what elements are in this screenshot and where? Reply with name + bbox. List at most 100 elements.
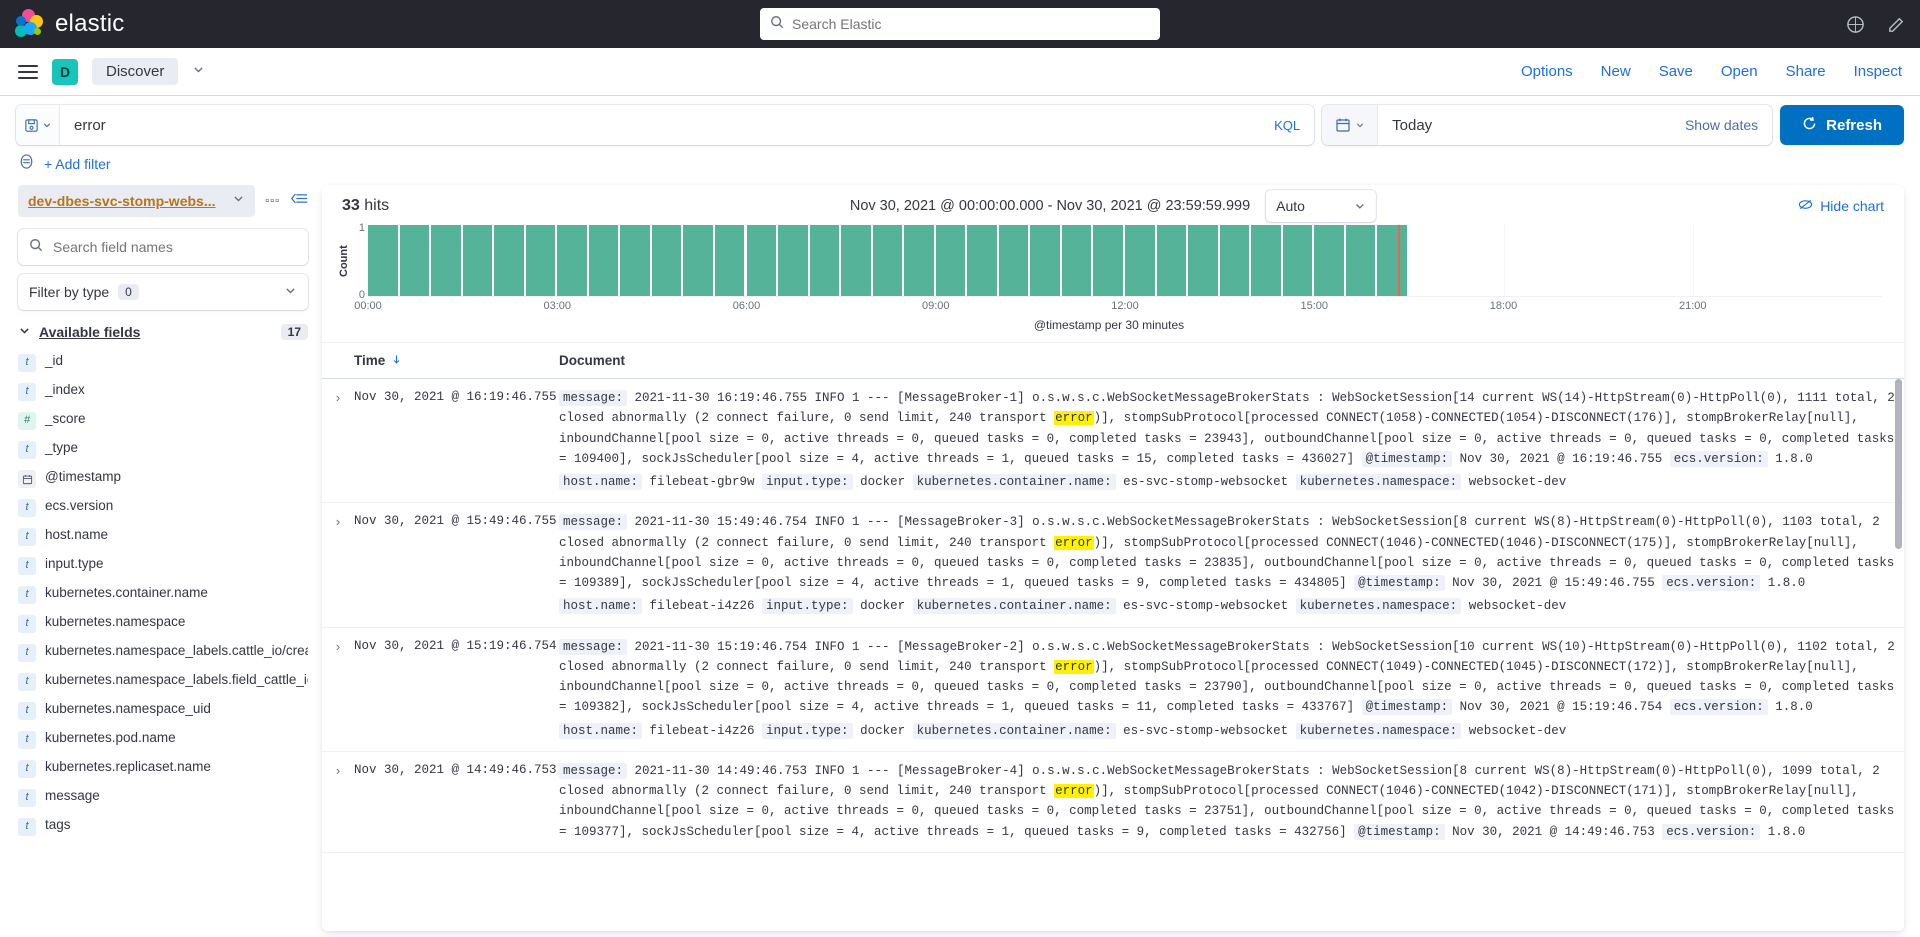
sort-desc-icon[interactable] [391,353,402,368]
chart-bar[interactable] [967,225,997,296]
sidebar-field-tags[interactable]: t tags [18,812,308,841]
chevron-down-icon[interactable] [192,63,205,81]
sidebar-field-kubernetes-container-name[interactable]: t kubernetes.container.name [18,580,308,609]
elastic-logo-brand[interactable]: elastic [14,9,124,39]
sidebar-field-input-type[interactable]: t input.type [18,551,308,580]
chart-bar[interactable] [809,225,840,296]
available-fields-header[interactable]: Available fields 17 [18,324,308,340]
chart-bar[interactable] [494,225,524,296]
chart-bar[interactable] [1030,225,1060,296]
hide-chart-button[interactable]: Hide chart [1798,197,1884,215]
column-header-time[interactable]: Time [354,353,559,368]
chart-plot-area[interactable] [368,225,1882,297]
histogram-chart[interactable]: Count 01 00:00 03:00 06:00 09:00 12:00 15:00 1… [322,221,1904,342]
chart-bar[interactable] [683,225,713,296]
chart-bar[interactable] [462,225,493,296]
expand-row-icon[interactable]: › [322,512,354,616]
chart-bar[interactable] [557,225,587,296]
table-row[interactable]: › Nov 30, 2021 @ 16:19:46.755 message: 202… [322,379,1904,504]
sidebar-field--id[interactable]: t _id [18,348,308,377]
document-scrollbar[interactable] [1895,379,1902,549]
expand-row-icon[interactable]: › [322,637,354,741]
sidebar-field-kubernetes-pod-name[interactable]: t kubernetes.pod.name [18,725,308,754]
chart-bar[interactable] [714,225,745,296]
sidebar-field-host-name[interactable]: t host.name [18,522,308,551]
sidebar-field--timestamp[interactable]: @timestamp [18,464,308,493]
expand-row-icon[interactable]: › [322,388,354,492]
sidebar-field-kubernetes-namespace-labels-field-cattle-io-projectid[interactable]: t kubernetes.namespace_labels.field_cattl… [18,667,308,696]
chart-bar[interactable] [872,225,903,296]
sidebar-field-ecs-version[interactable]: t ecs.version [18,493,308,522]
feedback-icon[interactable] [1887,15,1906,34]
chart-bar[interactable] [368,225,398,296]
nav-link-open[interactable]: Open [1721,63,1758,80]
chart-bar[interactable] [588,225,619,296]
sidebar-field-kubernetes-namespace-labels-cattle-io-creator[interactable]: t kubernetes.namespace_labels.cattle_io/c… [18,638,308,667]
chart-bar[interactable] [935,225,966,296]
chart-bar[interactable] [1188,225,1218,296]
chart-bar[interactable] [1125,225,1155,296]
table-row[interactable]: › Nov 30, 2021 @ 15:19:46.754 message: 202… [322,628,1904,752]
nav-link-new[interactable]: New [1601,63,1631,80]
chart-bar[interactable] [1093,225,1123,296]
search-input[interactable] [792,16,1150,32]
chart-bar[interactable] [778,225,808,296]
chart-bar[interactable] [525,225,556,296]
chart-bar[interactable] [431,225,461,296]
sidebar-field-kubernetes-namespace-uid[interactable]: t kubernetes.namespace_uid [18,696,308,725]
global-search-box[interactable] [760,8,1160,40]
chart-bar[interactable] [1219,225,1250,296]
date-range-value[interactable]: Today [1378,117,1685,134]
doc-field-value: docker [852,599,913,614]
collapse-sidebar-icon[interactable] [290,191,308,211]
help-icon[interactable] [1846,15,1865,34]
chart-bar[interactable] [620,225,650,296]
field-search-input[interactable] [53,239,297,255]
doc-field-value: docker [852,475,913,489]
chart-bar[interactable] [1377,225,1407,296]
add-filter-button[interactable]: + Add filter [44,156,111,172]
show-dates-button[interactable]: Show dates [1685,117,1772,133]
chart-bar[interactable] [1156,225,1187,296]
chart-bar[interactable] [1314,225,1344,296]
chart-bar[interactable] [1282,225,1313,296]
filter-icon[interactable] [18,153,35,175]
nav-link-options[interactable]: Options [1521,63,1573,80]
chart-bar[interactable] [1345,225,1376,296]
field-search-box[interactable] [18,229,308,265]
query-language-button[interactable]: KQL [1260,118,1314,133]
chart-bar[interactable] [998,225,1029,296]
chart-bar[interactable] [1061,225,1092,296]
refresh-button[interactable]: Refresh [1780,105,1904,145]
nav-link-save[interactable]: Save [1659,63,1693,80]
interval-select[interactable]: Auto [1266,190,1377,222]
sidebar-field--score[interactable]: # _score [18,406,308,435]
chart-bar[interactable] [1251,225,1281,296]
search-query-input[interactable]: error [60,117,1260,134]
index-pattern-selector[interactable]: dev-dbes-svc-stomp-webs... [18,185,256,217]
calendar-icon[interactable] [1322,105,1379,145]
chart-bar[interactable] [841,225,871,296]
breadcrumb[interactable]: Discover [92,58,179,85]
table-row[interactable]: › Nov 30, 2021 @ 14:49:46.753 message: 202… [322,752,1904,853]
sidebar-field-kubernetes-namespace[interactable]: t kubernetes.namespace [18,609,308,638]
chart-bar[interactable] [399,225,430,296]
space-avatar[interactable]: D [52,58,78,85]
chart-bar[interactable] [651,225,682,296]
sidebar-field-kubernetes-replicaset-name[interactable]: t kubernetes.replicaset.name [18,754,308,783]
chart-bar[interactable] [904,225,934,296]
nav-link-inspect[interactable]: Inspect [1854,63,1902,80]
nav-link-share[interactable]: Share [1786,63,1826,80]
filter-by-type-select[interactable]: Filter by type 0 [18,274,308,310]
chart-bar[interactable] [746,225,777,296]
column-header-document[interactable]: Document [559,353,1904,368]
sidebar-field--index[interactable]: t _index [18,377,308,406]
expand-row-icon[interactable]: › [322,761,354,842]
saved-query-button[interactable] [16,105,60,145]
discover-main-panel: 33 hits Nov 30, 2021 @ 00:00:00.000 - No… [322,185,1904,931]
hamburger-menu-icon[interactable] [18,61,38,83]
index-pattern-actions-icon[interactable]: ▫▫▫ [265,195,280,207]
table-row[interactable]: › Nov 30, 2021 @ 15:49:46.755 message: 202… [322,503,1904,628]
sidebar-field-message[interactable]: t message [18,783,308,812]
sidebar-field--type[interactable]: t _type [18,435,308,464]
